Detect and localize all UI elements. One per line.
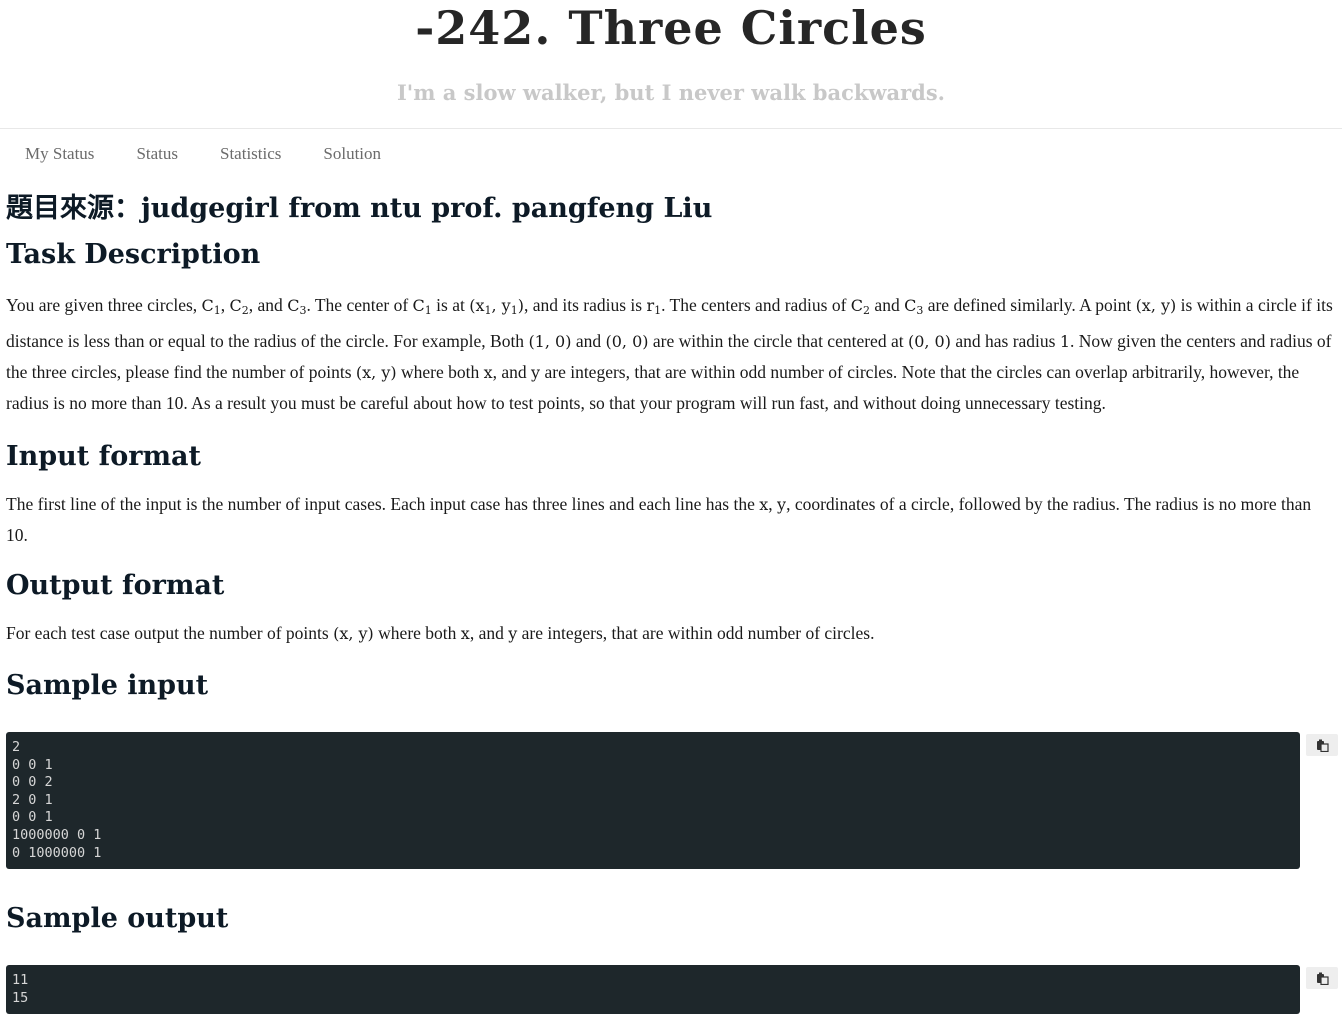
math-point: (x, y) [333, 624, 374, 643]
top-nav: My Status Status Statistics Solution [0, 129, 1342, 179]
input-format-heading: Input format [6, 441, 202, 472]
task-description-text: You are given three circles, C1, C2, and… [6, 290, 1336, 418]
text-fragment: , and [469, 623, 509, 643]
text-fragment: , and [248, 295, 288, 315]
clipboard-icon [1316, 972, 1329, 985]
nav-solution[interactable]: Solution [323, 144, 381, 164]
text-fragment: and has radius [950, 331, 1060, 351]
text-fragment: , [768, 494, 778, 514]
page-title: -242. Three Circles [415, 1, 927, 55]
math-radius-one: 1 [1059, 332, 1071, 351]
sample-output-heading: Sample output [6, 903, 229, 935]
problem-content: 題目來源：judgegirl from ntu prof. pangfeng L… [0, 191, 1342, 1015]
math-c2: C2 [229, 296, 249, 317]
math-y: y [777, 495, 787, 514]
math-c1: C1 [201, 296, 221, 317]
text-fragment: where both [373, 623, 461, 643]
text-fragment: You are given three circles, [6, 295, 202, 315]
text-fragment: are integers, that are within odd number… [517, 623, 875, 643]
sample-output-code: 11 15 [6, 965, 1300, 1015]
copy-sample-output-button[interactable] [1306, 967, 1338, 990]
problem-source: 題目來源：judgegirl from ntu prof. pangfeng L… [6, 193, 713, 224]
text-fragment: and [870, 295, 905, 315]
math-c3: C3 [904, 296, 924, 317]
math-r1: r1 [646, 296, 662, 317]
text-fragment: are defined similarly. A point [923, 295, 1136, 315]
output-format-heading: Output format [6, 570, 225, 601]
input-format-text: The first line of the input is the numbe… [6, 489, 1336, 550]
math-c2: C2 [850, 296, 871, 317]
text-fragment: is at [431, 295, 470, 315]
text-fragment: , [220, 295, 230, 315]
sample-output-wrapper: 11 15 [6, 965, 1338, 1015]
math-c1: C1 [412, 296, 432, 317]
site-subtitle: I'm a slow walker, but I never walk back… [396, 80, 945, 105]
math-y: y [531, 363, 541, 382]
math-point: (x, y) [1135, 296, 1177, 315]
sample-input-heading: Sample input [6, 670, 209, 701]
math-x: x [483, 363, 493, 382]
text-fragment: , and [492, 362, 532, 382]
sample-output-text: 11 15 [12, 972, 29, 1006]
output-format-text: For each test case output the number of … [6, 618, 1336, 649]
text-fragment: For each test case output the number of … [6, 623, 334, 643]
math-point: (x, y) [355, 363, 397, 382]
math-x: x [460, 624, 470, 643]
math-c3: C3 [287, 296, 307, 317]
text-fragment: . The centers and radius of [661, 295, 851, 315]
math-point-1-0: (1, 0) [528, 332, 572, 351]
sample-input-text: 2 0 0 1 0 0 2 2 0 1 0 0 1 1000000 0 1 0 … [12, 739, 102, 861]
text-fragment: . The center of [306, 295, 413, 315]
nav-status[interactable]: Status [136, 144, 178, 164]
clipboard-icon [1316, 739, 1329, 752]
task-description-heading: Task Description [6, 239, 261, 270]
sample-input-wrapper: 2 0 0 1 0 0 2 2 0 1 0 0 1 1000000 0 1 0 … [6, 732, 1338, 870]
text-fragment: and [571, 331, 606, 351]
math-point-0-0: (0, 0) [907, 332, 951, 351]
text-fragment: are within the circle that centered at [648, 331, 908, 351]
math-center-c1: (x1, y1) [469, 296, 524, 317]
math-y: y [508, 624, 518, 643]
text-fragment: The first line of the input is the numbe… [6, 494, 760, 514]
math-x: x [759, 495, 769, 514]
site-header: -242. Three Circles I'm a slow walker, b… [0, 0, 1342, 129]
copy-sample-input-button[interactable] [1306, 734, 1338, 756]
text-fragment: , and its radius is [523, 295, 647, 315]
nav-statistics[interactable]: Statistics [220, 144, 281, 164]
nav-my-status[interactable]: My Status [25, 144, 94, 164]
sample-input-code: 2 0 0 1 0 0 2 2 0 1 0 0 1 1000000 0 1 0 … [6, 732, 1300, 870]
math-point-0-0: (0, 0) [605, 332, 649, 351]
text-fragment: where both [396, 362, 484, 382]
